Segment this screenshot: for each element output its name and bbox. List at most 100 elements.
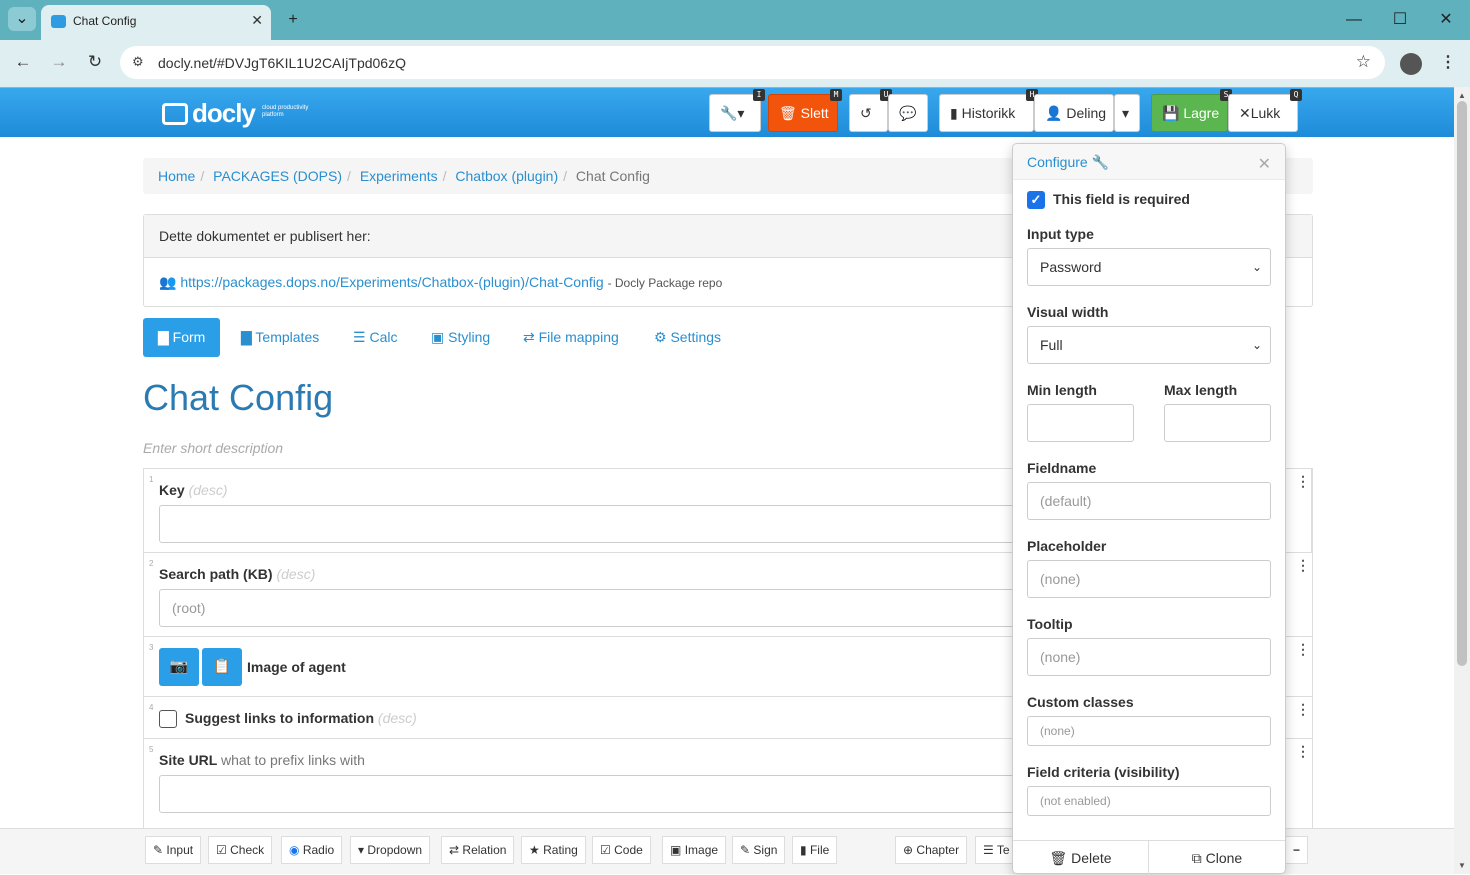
list-icon: ☰ (353, 329, 366, 345)
field-criteria-input[interactable]: (not enabled) (1027, 786, 1271, 816)
address-bar[interactable]: ⚙ docly.net/#DVJgT6KIL1U2CAIjTpd06zQ ☆ (120, 46, 1385, 79)
max-length-input[interactable] (1164, 404, 1271, 442)
share-dropdown-caret[interactable]: ▾ (1114, 94, 1140, 132)
docly-logo[interactable]: docly (162, 98, 256, 129)
add-chapter-button[interactable]: ⊕ Chapter (895, 836, 968, 864)
browser-menu-icon[interactable]: ⋮ (1440, 52, 1456, 72)
key-input[interactable] (159, 505, 1159, 543)
close-popover-icon[interactable]: ✕ (1258, 154, 1271, 174)
paste-image-button[interactable]: 📋 (202, 648, 242, 686)
tab-list-button[interactable]: ⌄ (8, 7, 36, 31)
browser-toolbar: ← → ↻ ⚙ docly.net/#DVJgT6KIL1U2CAIjTpd06… (0, 40, 1470, 87)
tab-form[interactable]: ▇ Form (143, 318, 221, 357)
field-label: Image of agent (247, 659, 346, 675)
placeholder-input[interactable]: (none) (1027, 560, 1271, 598)
site-url-input[interactable] (159, 775, 1159, 813)
add-code-button[interactable]: ☑ Code (592, 836, 651, 864)
scroll-up-icon[interactable]: ▲ (1458, 91, 1466, 100)
tab-styling[interactable]: ▣ Styling (416, 318, 505, 357)
profile-avatar[interactable] (1400, 53, 1422, 75)
share-button[interactable]: 👤 Deling (1034, 94, 1114, 132)
delete-field-button[interactable]: 🗑 Delete (1013, 841, 1149, 875)
site-info-icon[interactable]: ⚙ (132, 54, 144, 70)
breadcrumb-packages[interactable]: PACKAGES (DOPS) (213, 168, 342, 184)
reload-icon[interactable]: ↻ (83, 52, 107, 72)
short-description[interactable]: Enter short description (143, 440, 283, 456)
chevron-down-icon: ⌄ (1251, 260, 1262, 274)
plus-circle-icon: ⊕ (903, 843, 914, 857)
camera-button[interactable]: 📷 (159, 648, 199, 686)
minimize-window-button[interactable]: — (1340, 8, 1368, 32)
breadcrumb-experiments[interactable]: Experiments (360, 168, 438, 184)
close-tab-icon[interactable]: ✕ (251, 12, 263, 29)
add-rating-button[interactable]: ★ Rating (521, 836, 586, 864)
configure-heading: Configure 🔧 (1013, 144, 1285, 180)
search-path-input[interactable]: (root) (159, 589, 1159, 627)
fieldname-input[interactable]: (default) (1027, 482, 1271, 520)
bookmark-star-icon[interactable]: ☆ (1356, 52, 1371, 72)
trash-icon: 🗑 (779, 105, 797, 121)
maximize-window-button[interactable]: ☐ (1386, 8, 1414, 32)
clone-field-button[interactable]: ⧉ Clone (1149, 841, 1285, 875)
picture-icon: ▣ (431, 329, 445, 345)
tab-settings[interactable]: ⚙ Settings (639, 318, 736, 357)
save-button[interactable]: 💾 Lagre S (1151, 89, 1232, 132)
browser-tab[interactable]: Chat Config ✕ (41, 5, 271, 40)
field-menu-icon[interactable]: ⋮ (1296, 474, 1310, 488)
camera-icon: 📷 (169, 658, 189, 675)
add-file-button[interactable]: ▮ File (792, 836, 838, 864)
collapse-toolbar-button[interactable]: − (1285, 836, 1309, 864)
back-icon[interactable]: ← (11, 52, 35, 72)
comments-button[interactable]: 💬 (888, 94, 928, 132)
add-input-button[interactable]: ✎ Input (145, 836, 202, 864)
undo-button[interactable]: ↺ U (849, 89, 892, 132)
delete-button[interactable]: 🗑 Slett M (768, 89, 842, 132)
clipboard-icon: 📋 (212, 658, 232, 675)
breadcrumb-chatbox[interactable]: Chatbox (plugin) (455, 168, 558, 184)
logo-tagline: cloud productivity platform (262, 105, 309, 118)
scrollbar-thumb[interactable] (1457, 101, 1467, 666)
tab-calc[interactable]: ☰ Calc (338, 318, 412, 357)
field-menu-icon[interactable]: ⋮ (1296, 702, 1310, 716)
code-icon: ☑ (600, 843, 611, 857)
input-type-select[interactable]: Password ⌄ (1027, 248, 1271, 286)
add-image-button[interactable]: ▣ Image (662, 836, 727, 864)
file-icon: ▇ (158, 329, 169, 345)
vertical-scrollbar[interactable]: ▲ ▼ (1454, 87, 1470, 874)
add-relation-button[interactable]: ⇄ Relation (441, 836, 515, 864)
add-check-button[interactable]: ☑ Check (208, 836, 273, 864)
field-menu-icon[interactable]: ⋮ (1296, 744, 1310, 758)
tab-file-mapping[interactable]: ⇄ File mapping (508, 318, 634, 357)
field-label: Key (desc) (159, 482, 228, 498)
add-radio-button[interactable]: ◉ Radio (281, 836, 343, 864)
fieldname-label: Fieldname (1027, 460, 1097, 476)
tooltip-input[interactable]: (none) (1027, 638, 1271, 676)
close-window-button[interactable]: ✕ (1432, 8, 1460, 32)
tab-templates[interactable]: ▇ Templates (226, 318, 334, 357)
page-title[interactable]: Chat Config (143, 377, 333, 419)
field-number: 2 (149, 559, 154, 568)
min-length-input[interactable] (1027, 404, 1134, 442)
published-link[interactable]: https://packages.dops.no/Experiments/Cha… (180, 274, 603, 290)
tools-dropdown-button[interactable]: 🔧▾ I (709, 89, 765, 132)
field-menu-icon[interactable]: ⋮ (1296, 558, 1310, 572)
logo-box-icon (162, 103, 188, 125)
configure-popover: Configure 🔧 ✕ ✓ This field is required I… (1012, 143, 1286, 875)
custom-classes-input[interactable]: (none) (1027, 716, 1271, 746)
required-checkbox[interactable]: ✓ (1027, 191, 1045, 209)
radio-icon: ◉ (289, 843, 300, 857)
history-button[interactable]: ▮ Historikk H (939, 89, 1038, 132)
field-label: Search path (KB) (desc) (159, 566, 316, 582)
suggest-links-checkbox[interactable] (159, 710, 177, 728)
scroll-down-icon[interactable]: ▼ (1458, 861, 1466, 870)
field-menu-icon[interactable]: ⋮ (1296, 642, 1310, 656)
field-number: 5 (149, 745, 154, 754)
add-sign-button[interactable]: ✎ Sign (732, 836, 786, 864)
required-label: This field is required (1053, 191, 1190, 207)
visual-width-select[interactable]: Full ⌄ (1027, 326, 1271, 364)
add-dropdown-button[interactable]: ▾ Dropdown (350, 836, 431, 864)
close-doc-button[interactable]: ✕Lukk Q (1228, 89, 1302, 132)
forward-icon[interactable]: → (47, 52, 71, 72)
new-tab-button[interactable]: + (279, 8, 307, 32)
breadcrumb-home[interactable]: Home (158, 168, 195, 184)
